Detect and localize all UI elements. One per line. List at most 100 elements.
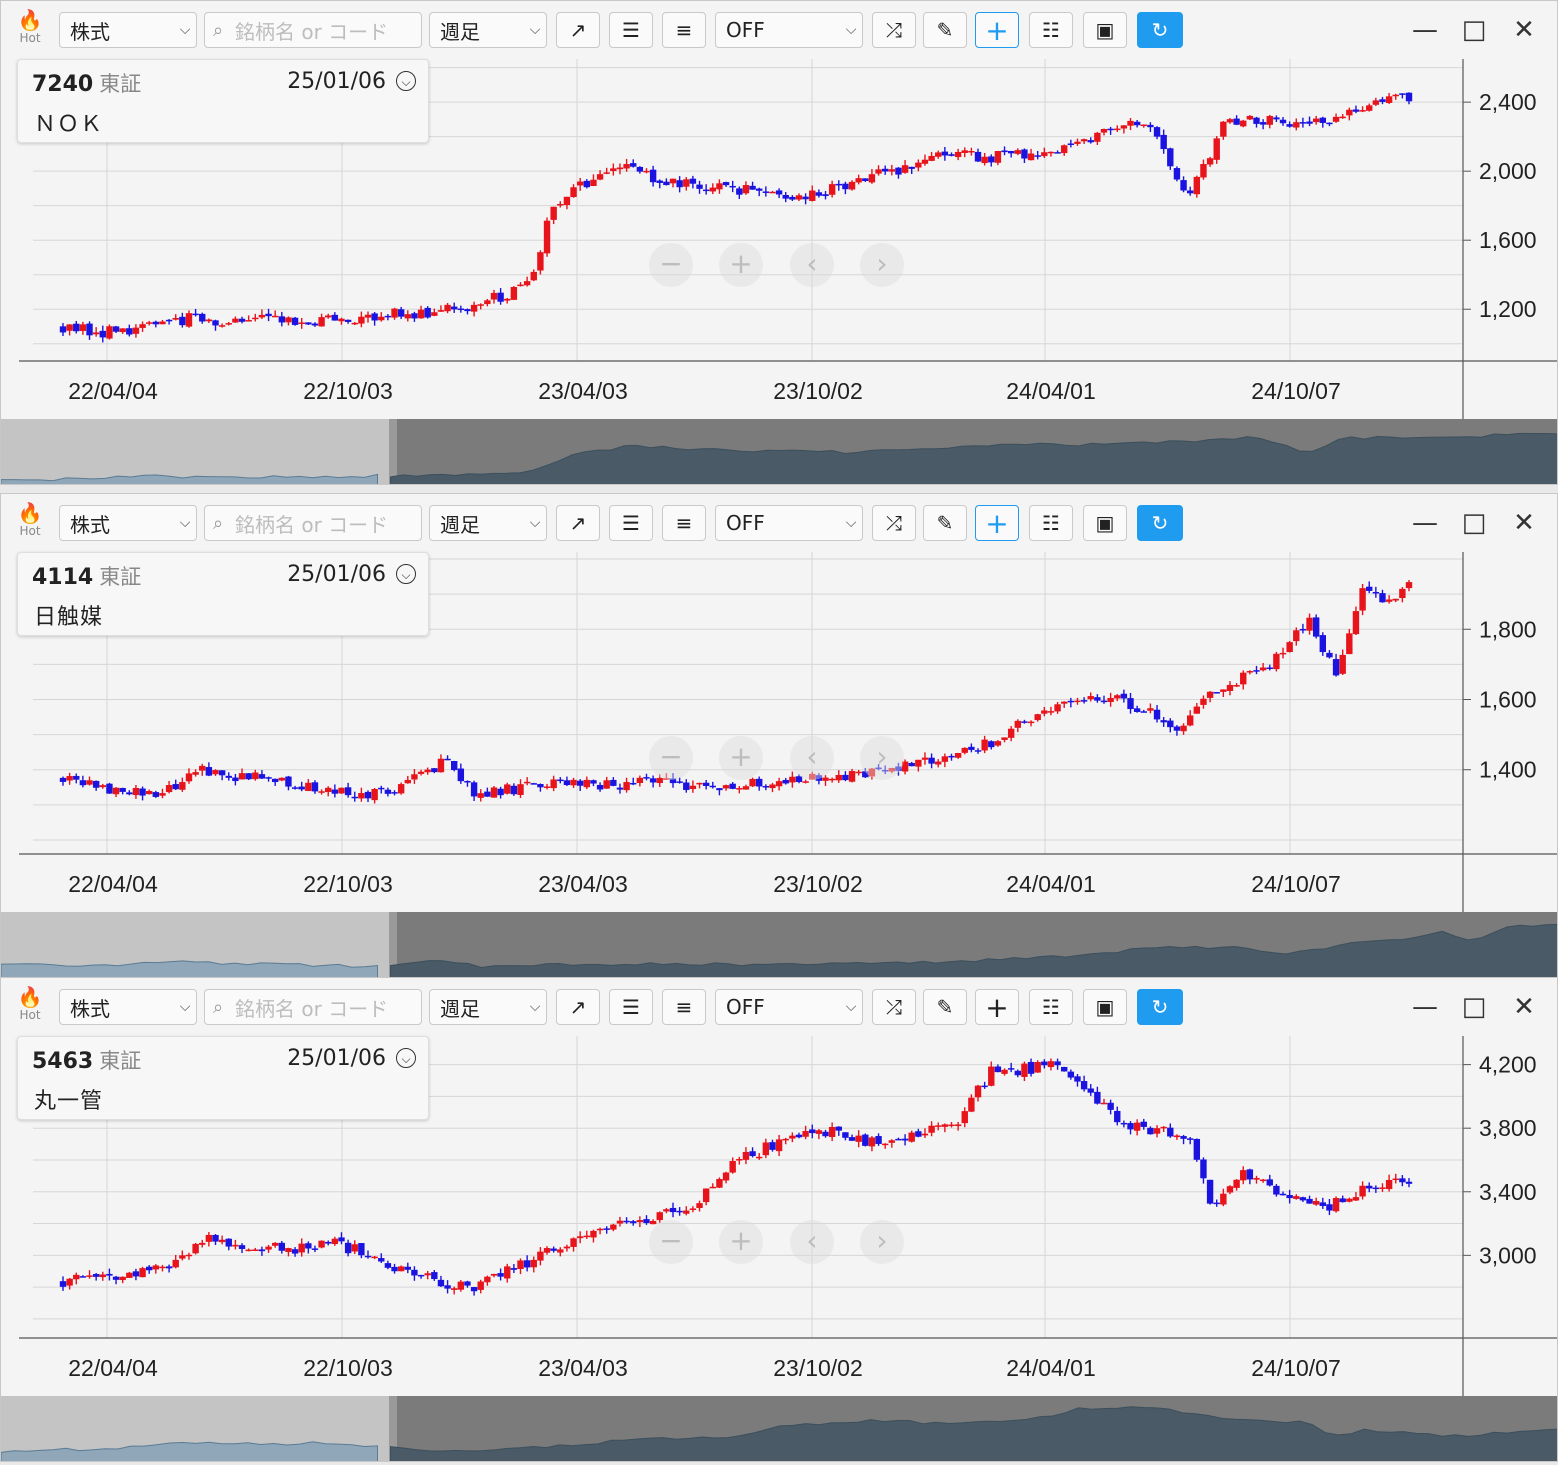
refresh-button[interactable]: ↻	[1137, 12, 1183, 48]
hot-button[interactable]: 🔥 Hot	[15, 9, 45, 51]
period-select[interactable]: 週足 ⌵	[429, 989, 547, 1025]
align-right-button[interactable]: ≡	[662, 505, 706, 541]
indicator-select[interactable]: OFF ⌵	[715, 505, 863, 541]
refresh-button[interactable]: ↻	[1137, 989, 1183, 1025]
candle	[649, 165, 657, 187]
crosshair-button[interactable]: +	[975, 505, 1019, 541]
align-right-button[interactable]: ≡	[662, 989, 706, 1025]
candle-body	[1372, 1187, 1380, 1190]
zoom-in-button[interactable]: +	[719, 736, 763, 780]
crosshair-button[interactable]: +	[975, 12, 1019, 48]
candle-body	[1346, 109, 1353, 116]
candle	[988, 1061, 995, 1087]
zoom-out-button[interactable]: −	[649, 243, 693, 287]
trendline-button[interactable]: ↗	[556, 989, 600, 1025]
refresh-button[interactable]: ↻	[1137, 505, 1183, 541]
candle-body	[484, 300, 491, 305]
candle	[1087, 137, 1094, 144]
candle	[981, 735, 988, 754]
screenshot-button[interactable]: ▣	[1083, 989, 1127, 1025]
chevron-down-circle-icon[interactable]: ⌵	[396, 71, 416, 91]
candle	[623, 158, 630, 172]
scroll-left-button[interactable]: ‹	[790, 736, 834, 780]
zoom-out-button[interactable]: −	[649, 736, 693, 780]
align-left-button[interactable]: ☰	[609, 12, 653, 48]
candle-body	[1061, 145, 1068, 154]
minimize-button[interactable]: —	[1407, 505, 1443, 541]
chevron-down-circle-icon[interactable]: ⌵	[396, 564, 416, 584]
crosshair-button[interactable]: +	[975, 989, 1019, 1025]
trendline-button[interactable]: ↗	[556, 505, 600, 541]
asset-type-select[interactable]: 株式 ⌵	[59, 505, 197, 541]
align-right-button[interactable]: ≡	[662, 12, 706, 48]
hot-button[interactable]: 🔥 Hot	[15, 986, 45, 1028]
minimize-button[interactable]: —	[1407, 12, 1443, 48]
candle	[232, 773, 239, 786]
candle-body	[1067, 143, 1075, 145]
zoom-in-button[interactable]: +	[719, 1220, 763, 1264]
shuffle-button[interactable]: ⤮	[872, 505, 916, 541]
draw-button[interactable]: ✎	[923, 505, 967, 541]
indicator-select[interactable]: OFF ⌵	[715, 989, 863, 1025]
range-navigator[interactable]	[1, 419, 1558, 485]
candle-body	[344, 1242, 352, 1254]
candle-body	[225, 1238, 232, 1247]
candle	[1167, 147, 1174, 170]
scroll-right-button[interactable]: ›	[860, 243, 904, 287]
draw-button[interactable]: ✎	[923, 12, 967, 48]
candle	[1094, 694, 1101, 703]
search-input[interactable]: ⌕ 銘柄名 or コード	[204, 505, 422, 541]
search-input[interactable]: ⌕ 銘柄名 or コード	[204, 989, 422, 1025]
candle-body	[457, 768, 465, 782]
maximize-button[interactable]: □	[1456, 989, 1492, 1025]
close-button[interactable]: ✕	[1506, 12, 1542, 48]
candle-body	[782, 779, 789, 784]
candle	[1359, 583, 1366, 616]
candle	[444, 302, 451, 314]
settings-button[interactable]: ☷	[1029, 989, 1073, 1025]
candle	[325, 786, 332, 797]
asset-type-select[interactable]: 株式 ⌵	[59, 989, 197, 1025]
zoom-in-button[interactable]: +	[719, 243, 763, 287]
range-navigator[interactable]	[1, 1396, 1558, 1462]
candle-body	[974, 750, 982, 752]
trendline-button[interactable]: ↗	[556, 12, 600, 48]
settings-button[interactable]: ☷	[1029, 505, 1073, 541]
indicator-select[interactable]: OFF ⌵	[715, 12, 863, 48]
candle-body	[139, 788, 146, 796]
candle	[271, 1242, 279, 1248]
close-button[interactable]: ✕	[1506, 989, 1542, 1025]
align-left-button[interactable]: ☰	[609, 989, 653, 1025]
shuffle-button[interactable]: ⤮	[872, 12, 916, 48]
scroll-left-button[interactable]: ‹	[790, 243, 834, 287]
screenshot-button[interactable]: ▣	[1083, 505, 1127, 541]
scroll-right-button[interactable]: ›	[860, 1220, 904, 1264]
candle	[411, 769, 418, 784]
candle	[1186, 1137, 1194, 1145]
scroll-left-button[interactable]: ‹	[790, 1220, 834, 1264]
maximize-button[interactable]: □	[1456, 505, 1492, 541]
shuffle-button[interactable]: ⤮	[872, 989, 916, 1025]
candle	[1193, 702, 1201, 714]
scroll-right-button[interactable]: ›	[860, 736, 904, 780]
hot-button[interactable]: 🔥 Hot	[15, 502, 45, 544]
minimize-button[interactable]: —	[1407, 989, 1443, 1025]
period-select[interactable]: 週足 ⌵	[429, 505, 547, 541]
range-navigator[interactable]	[1, 912, 1558, 978]
candle-body	[702, 782, 710, 786]
chevron-down-circle-icon[interactable]: ⌵	[396, 1048, 416, 1068]
period-select[interactable]: 週足 ⌵	[429, 12, 547, 48]
navigator-handle[interactable]	[389, 419, 397, 485]
search-input[interactable]: ⌕ 銘柄名 or コード	[204, 12, 422, 48]
draw-button[interactable]: ✎	[923, 989, 967, 1025]
align-left-button[interactable]: ☰	[609, 505, 653, 541]
maximize-button[interactable]: □	[1456, 12, 1492, 48]
asset-type-select[interactable]: 株式 ⌵	[59, 12, 197, 48]
candle	[875, 165, 882, 176]
zoom-out-button[interactable]: −	[649, 1220, 693, 1264]
close-button[interactable]: ✕	[1506, 505, 1542, 541]
candle-body	[1127, 1123, 1134, 1130]
candle	[218, 1235, 226, 1245]
screenshot-button[interactable]: ▣	[1083, 12, 1127, 48]
settings-button[interactable]: ☷	[1029, 12, 1073, 48]
